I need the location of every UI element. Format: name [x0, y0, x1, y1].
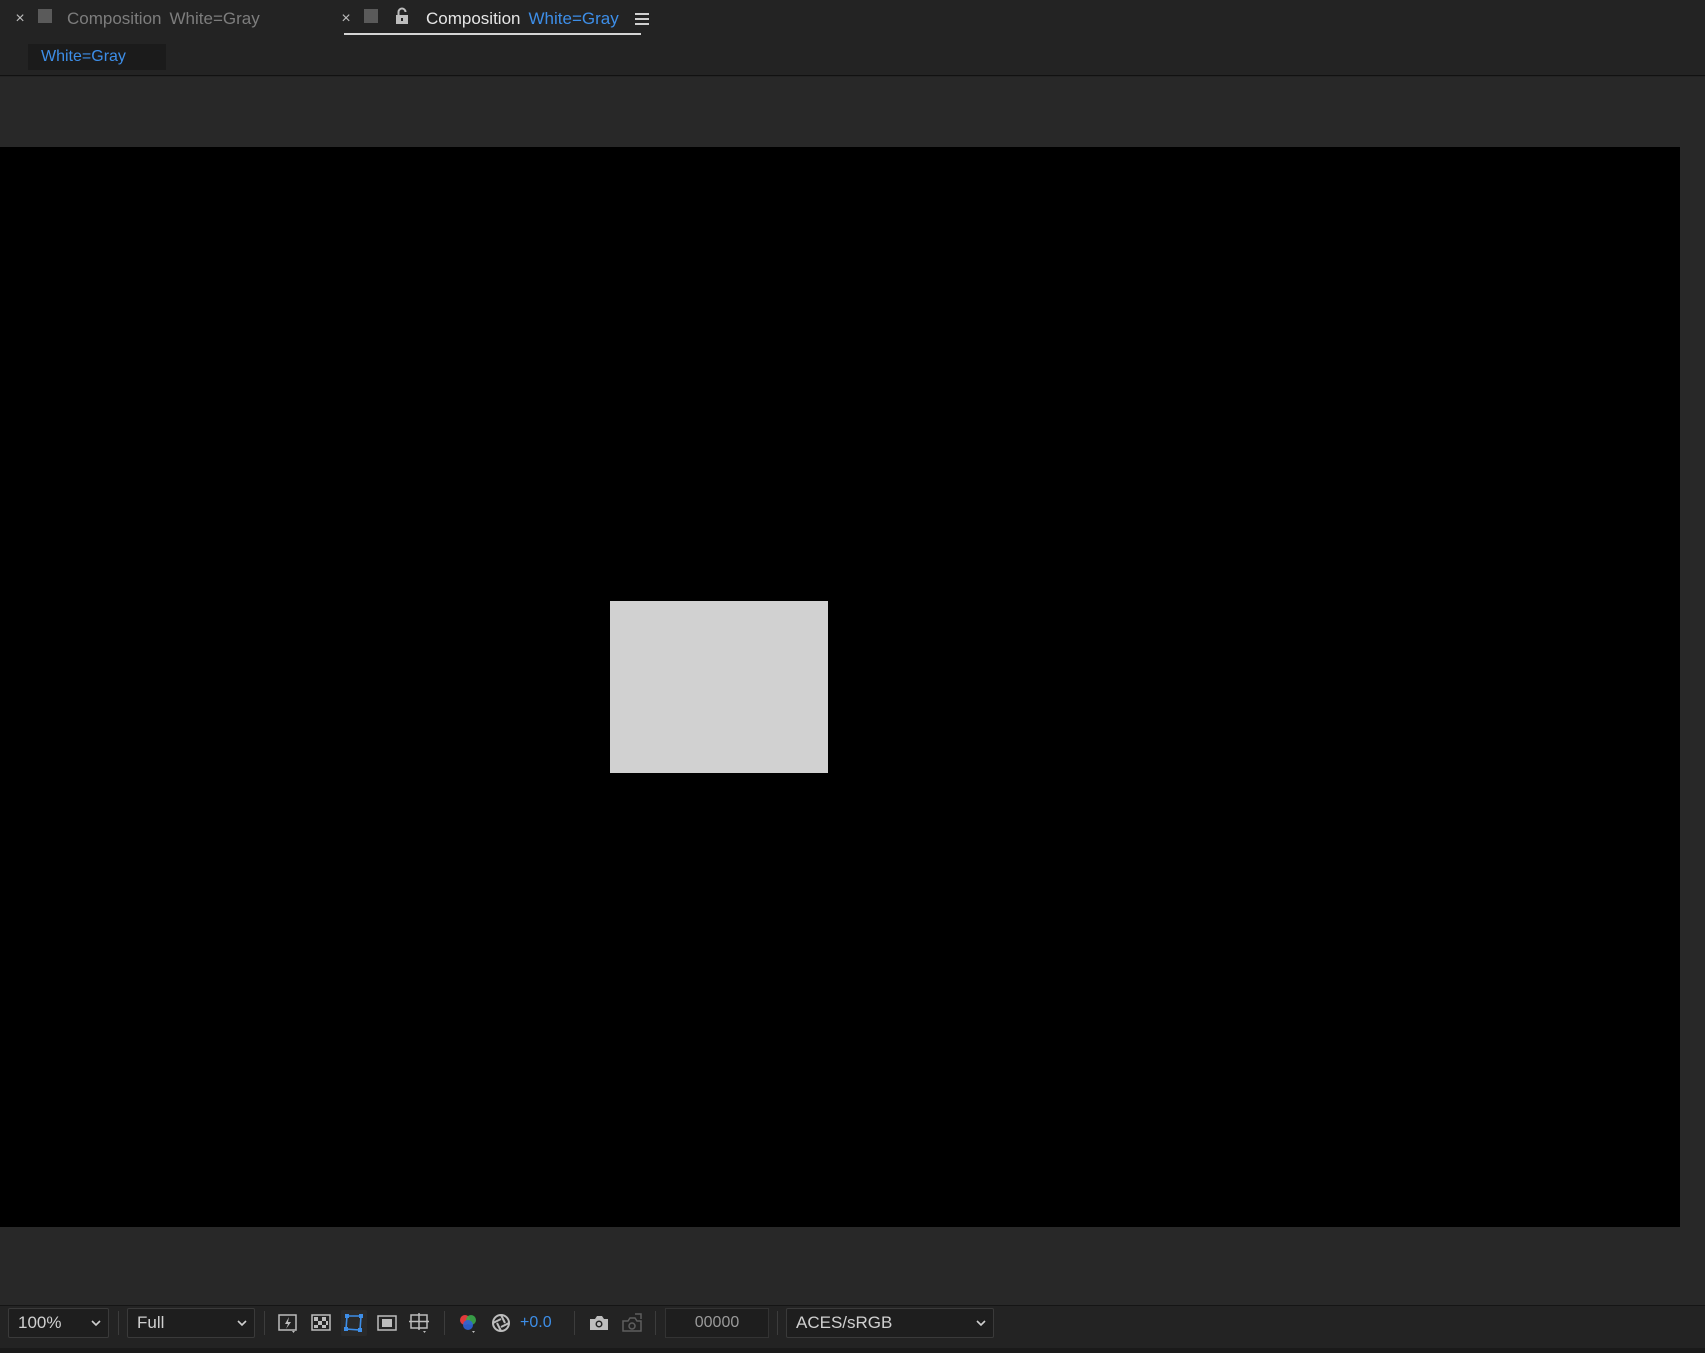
pasteboard [0, 1227, 1705, 1305]
region-of-interest-icon[interactable] [374, 1310, 400, 1336]
tab-comp-name: White=Gray [169, 9, 260, 28]
composition-panel: × Composition White=Gray × Composition W… [0, 0, 1705, 1353]
channel-rgb-icon[interactable] [455, 1310, 481, 1336]
chevron-down-icon [237, 1320, 247, 1327]
composition-navigator: White=Gray [0, 38, 1705, 76]
magnification-value: 100% [18, 1313, 62, 1332]
close-tab-button[interactable]: × [12, 11, 28, 27]
panel-menu-icon[interactable] [634, 13, 649, 25]
magnification-dropdown[interactable]: 100% [8, 1308, 109, 1338]
color-management-value: ACES/sRGB [796, 1313, 893, 1332]
exposure-value[interactable]: +0.0 [520, 1310, 552, 1336]
chevron-down-icon [91, 1320, 101, 1327]
show-snapshot-icon[interactable] [619, 1310, 645, 1336]
toolbar-divider [118, 1311, 119, 1335]
tab-label: Composition [426, 9, 521, 28]
close-tab-button[interactable]: × [338, 11, 354, 27]
composition-viewer[interactable] [0, 147, 1680, 1227]
label-color-swatch-icon [364, 9, 378, 23]
toolbar-divider [574, 1311, 575, 1335]
grid-guide-icon[interactable] [406, 1310, 432, 1336]
toolbar-divider [264, 1311, 265, 1335]
tab-comp-name: White=Gray [528, 9, 619, 28]
mask-path-visibility-icon[interactable] [341, 1310, 367, 1336]
resolution-value: Full [137, 1313, 165, 1332]
reset-exposure-icon[interactable] [488, 1310, 514, 1336]
toolbar-divider [655, 1311, 656, 1335]
lock-icon[interactable] [394, 7, 410, 25]
fast-previews-icon[interactable] [275, 1310, 301, 1336]
panel-tab-bar: × Composition White=Gray × Composition W… [0, 0, 1705, 38]
tab-composition-active[interactable]: × Composition White=Gray [338, 0, 649, 38]
breadcrumb[interactable]: White=Gray [28, 44, 166, 70]
tab-label: Composition [67, 9, 162, 28]
pasteboard [1680, 147, 1705, 1227]
pasteboard [0, 77, 1705, 147]
current-time-field[interactable]: 00000 [665, 1308, 769, 1338]
snapshot-camera-icon[interactable] [586, 1310, 612, 1336]
label-color-swatch-icon [38, 9, 52, 23]
toolbar-divider [444, 1311, 445, 1335]
tab-composition-inactive[interactable]: × Composition White=Gray [12, 0, 260, 38]
solid-layer[interactable] [610, 601, 828, 773]
toolbar-divider [777, 1311, 778, 1335]
color-management-dropdown[interactable]: ACES/sRGB [786, 1308, 994, 1338]
transparency-grid-icon[interactable] [308, 1310, 334, 1336]
resolution-dropdown[interactable]: Full [127, 1308, 255, 1338]
panel-bottom-edge [0, 1348, 1705, 1353]
chevron-down-icon [976, 1320, 986, 1327]
